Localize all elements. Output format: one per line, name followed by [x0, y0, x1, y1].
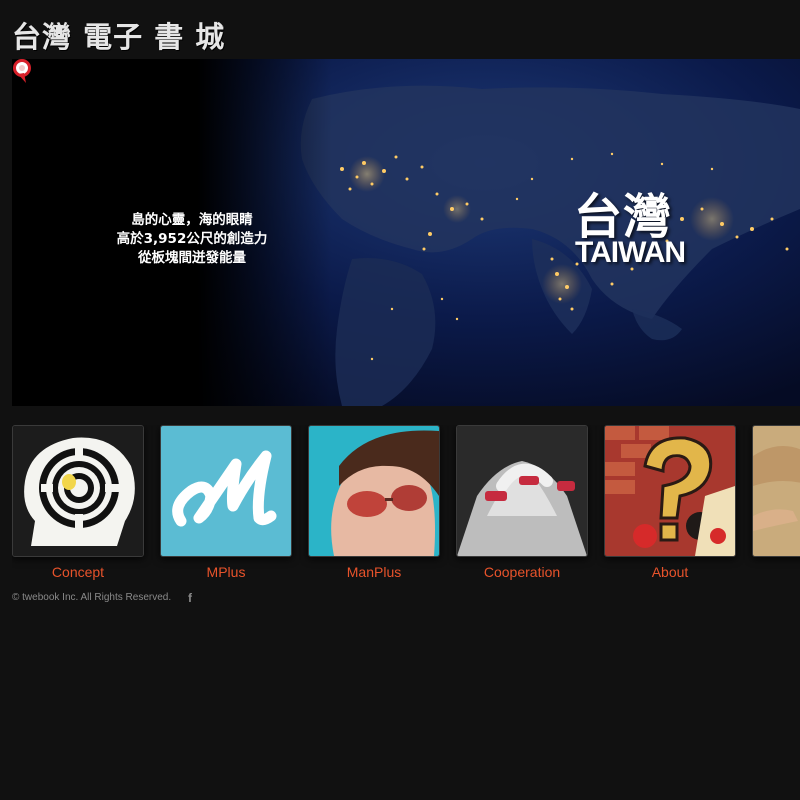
stacked-hands-image[interactable]	[456, 425, 588, 557]
map-pin-icon	[13, 59, 31, 83]
fresco-image[interactable]	[752, 425, 800, 557]
graffiti-wall-image[interactable]	[604, 425, 736, 557]
hero-banner[interactable]: 島的心靈，海的眼睛 高於3,952公尺的創造力 從板塊間迸發能量 台灣 TAIW…	[12, 59, 800, 406]
copyright-text: © twebook Inc. All Rights Reserved.	[12, 592, 172, 603]
hero-title-english: TAIWAN	[575, 236, 686, 269]
nav-label[interactable]: Cooperation	[456, 564, 588, 580]
hero-tagline-line: 從板塊間迸發能量	[138, 250, 246, 266]
hero-tagline: 島的心靈，海的眼睛 高於3,952公尺的創造力 從板塊間迸發能量	[112, 211, 272, 268]
maze-head-image[interactable]	[12, 425, 144, 557]
hero-tagline-line: 高於3,952公尺的創造力	[116, 231, 268, 247]
facebook-icon[interactable]: f	[188, 591, 192, 605]
nav-label[interactable]: ManPlus	[308, 564, 440, 580]
nav-item-about[interactable]: About	[604, 425, 736, 580]
nav-label[interactable]: About	[604, 564, 736, 580]
nav-item-partial[interactable]: C	[752, 425, 800, 580]
nav-item-mplus[interactable]: MPlus	[160, 425, 292, 580]
nav-item-cooperation[interactable]: Cooperation	[456, 425, 588, 580]
site-logo[interactable]: 台灣 電子 書 城	[12, 14, 225, 56]
mplus-logo-image[interactable]	[160, 425, 292, 557]
nav-label[interactable]: MPlus	[160, 564, 292, 580]
hero-tagline-line: 島的心靈，海的眼睛	[131, 212, 253, 228]
nav-item-manplus[interactable]: ManPlus	[308, 425, 440, 580]
nav-label[interactable]: Concept	[12, 564, 144, 580]
man-sunglasses-image[interactable]	[308, 425, 440, 557]
nav-label[interactable]: C	[752, 564, 800, 580]
section-nav: Concept MPlus ManPlus Cooperation About	[12, 425, 800, 585]
nav-item-concept[interactable]: Concept	[12, 425, 144, 580]
